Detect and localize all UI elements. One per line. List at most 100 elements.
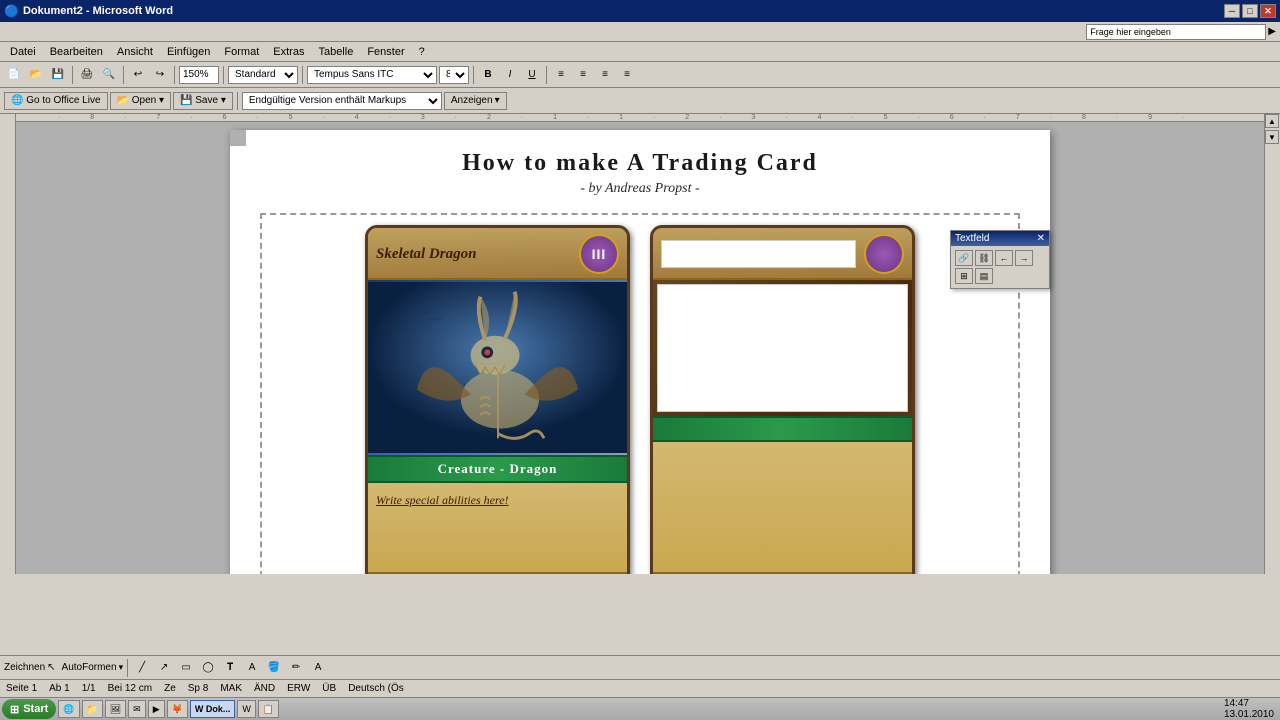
scroll-up-button[interactable]: ▲ — [1265, 114, 1279, 128]
textfeld-close-button[interactable]: ✕ — [1037, 233, 1045, 244]
textfeld-btn-4[interactable]: → — [1015, 250, 1033, 266]
textfeld-btn-1[interactable]: 🔗 — [955, 250, 973, 266]
draw-line-button[interactable]: ╱ — [132, 658, 152, 678]
help-search-button[interactable]: ▶ — [1268, 26, 1276, 37]
card-right-abilities — [653, 442, 912, 572]
status-bar: Seite 1 Ab 1 1/1 Bei 12 cm Ze Sp 8 MAK Ä… — [0, 679, 1280, 697]
card-right-name-placeholder[interactable] — [661, 240, 856, 268]
menu-format[interactable]: Format — [218, 45, 265, 59]
card-type: Creature - Dragon — [438, 461, 558, 476]
textfeld-btn-3[interactable]: ← — [995, 250, 1013, 266]
open-button[interactable]: 📂 — [26, 65, 46, 85]
card-left[interactable]: Skeletal Dragon III — [365, 225, 630, 574]
textfeld-btn-5[interactable]: ⊞ — [955, 268, 973, 284]
toolbar-2: 🌐 Go to Office Live 📂 Open ▾ 💾 Save ▾ En… — [0, 88, 1280, 114]
underline-button[interactable]: U — [522, 65, 542, 85]
maximize-button[interactable]: □ — [1242, 4, 1258, 18]
draw-arrow-button[interactable]: ↗ — [154, 658, 174, 678]
scroll-down-button[interactable]: ▼ — [1265, 130, 1279, 144]
menu-einfuegen[interactable]: Einfügen — [161, 45, 216, 59]
status-pages: 1/1 — [82, 683, 96, 694]
draw-label[interactable]: Zeichnen — [4, 662, 45, 673]
draw-fill-button[interactable]: 🪣 — [264, 658, 284, 678]
task-app-button[interactable]: 📋 — [258, 700, 279, 718]
textfeld-title-label: Textfeld — [955, 233, 989, 244]
card-level: III — [579, 234, 619, 274]
autoformen-dropdown[interactable]: ▾ — [119, 662, 124, 673]
menu-fenster[interactable]: Fenster — [361, 45, 410, 59]
bold-button[interactable]: B — [478, 65, 498, 85]
new-button[interactable]: 📄 — [4, 65, 24, 85]
draw-wordart-button[interactable]: A — [242, 658, 262, 678]
close-button[interactable]: ✕ — [1260, 4, 1276, 18]
show-button[interactable]: Anzeigen ▾ — [444, 92, 507, 110]
preview-button[interactable]: 🔍 — [99, 65, 119, 85]
time-display: 14:47 — [1224, 698, 1274, 709]
card-right[interactable]: Artwork — [650, 225, 915, 574]
textfeld-title-bar: Textfeld ✕ — [951, 231, 1049, 246]
task-firefox-button[interactable]: 🦊 — [167, 700, 188, 718]
start-label: Start — [23, 703, 48, 715]
card-abilities: Write special abilities here! — [368, 483, 627, 572]
task-word2-button[interactable]: W — [237, 700, 256, 718]
vertical-scrollbar[interactable]: ▲ ▼ — [1264, 114, 1280, 574]
card-type-bar: Creature - Dragon — [368, 455, 627, 483]
autoformen-button[interactable]: AutoFormen — [62, 662, 117, 673]
doc-type-select[interactable]: Standard — [228, 66, 298, 84]
draw-cursor[interactable]: ↖ — [47, 662, 55, 673]
align-left-button[interactable]: ≡ — [551, 65, 571, 85]
sep-1 — [72, 66, 73, 84]
menu-tabelle[interactable]: Tabelle — [312, 45, 359, 59]
menu-ansicht[interactable]: Ansicht — [111, 45, 159, 59]
horizontal-ruler: · 8 · 7 · 6 · 5 · 4 · 3 · 2 · 1 · 1 · 2 … — [16, 114, 1264, 122]
redo-button[interactable]: ↪ — [150, 65, 170, 85]
task-ie-button[interactable]: 🌐 — [58, 700, 79, 718]
save-doc-button[interactable]: 💾 Save ▾ — [173, 92, 233, 110]
print-button[interactable]: 🖨 — [77, 65, 97, 85]
menu-help[interactable]: ? — [413, 45, 431, 59]
help-search-input[interactable] — [1086, 24, 1266, 40]
card-inner: Skeletal Dragon III — [368, 228, 627, 574]
task-explorer-button[interactable]: 📁 — [82, 700, 103, 718]
task-media2-button[interactable]: ▶ — [148, 700, 165, 718]
tracking-select[interactable]: Endgültige Version enthält Markups — [242, 92, 442, 110]
task-media-button[interactable]: 🖼 — [105, 700, 126, 718]
menu-bearbeiten[interactable]: Bearbeiten — [44, 45, 109, 59]
task-email-button[interactable]: ✉ — [128, 700, 146, 718]
title-bar: 🔵 Dokument2 - Microsoft Word ─ □ ✕ — [0, 0, 1280, 22]
draw-ellipse-button[interactable]: ◯ — [198, 658, 218, 678]
status-ab: Ab 1 — [49, 683, 70, 694]
minimize-button[interactable]: ─ — [1224, 4, 1240, 18]
document-area: · 8 · 7 · 6 · 5 · 4 · 3 · 2 · 1 · 1 · 2 … — [16, 114, 1264, 574]
sep-5 — [302, 66, 303, 84]
status-position: Bei 12 cm — [108, 683, 152, 694]
textfeld-btn-2[interactable]: ⛓ — [975, 250, 993, 266]
draw-line-color-button[interactable]: ✏ — [286, 658, 306, 678]
textfeld-btn-6[interactable]: ▤ — [975, 268, 993, 284]
save-button[interactable]: 💾 — [48, 65, 68, 85]
draw-sep — [127, 659, 128, 677]
align-center-button[interactable]: ≡ — [573, 65, 593, 85]
card-footer: 4 Artwork by Andreas Propst 4 — [368, 572, 627, 574]
undo-button[interactable]: ↩ — [128, 65, 148, 85]
align-justify-button[interactable]: ≡ — [617, 65, 637, 85]
open-doc-button[interactable]: 📂 Open ▾ — [110, 92, 172, 110]
status-page: Seite 1 — [6, 683, 37, 694]
align-right-button[interactable]: ≡ — [595, 65, 615, 85]
start-button[interactable]: ⊞ Start — [2, 699, 56, 719]
font-name-select[interactable]: Tempus Sans ITC — [307, 66, 437, 84]
card-right-artwork — [657, 284, 908, 412]
card-artwork — [368, 280, 627, 455]
card-abilities-text: Write special abilities here! — [376, 491, 619, 509]
italic-button[interactable]: I — [500, 65, 520, 85]
office-live-button[interactable]: 🌐 Go to Office Live — [4, 92, 108, 110]
draw-font-color-button[interactable]: A — [308, 658, 328, 678]
menu-datei[interactable]: Datei — [4, 45, 42, 59]
sep-8 — [237, 92, 238, 110]
zoom-input[interactable] — [179, 66, 219, 84]
menu-extras[interactable]: Extras — [267, 45, 310, 59]
draw-textbox-button[interactable]: 𝐓 — [220, 658, 240, 678]
font-size-select[interactable]: 8 — [439, 66, 469, 84]
draw-rect-button[interactable]: ▭ — [176, 658, 196, 678]
task-word-button[interactable]: W Dok... — [190, 700, 236, 718]
